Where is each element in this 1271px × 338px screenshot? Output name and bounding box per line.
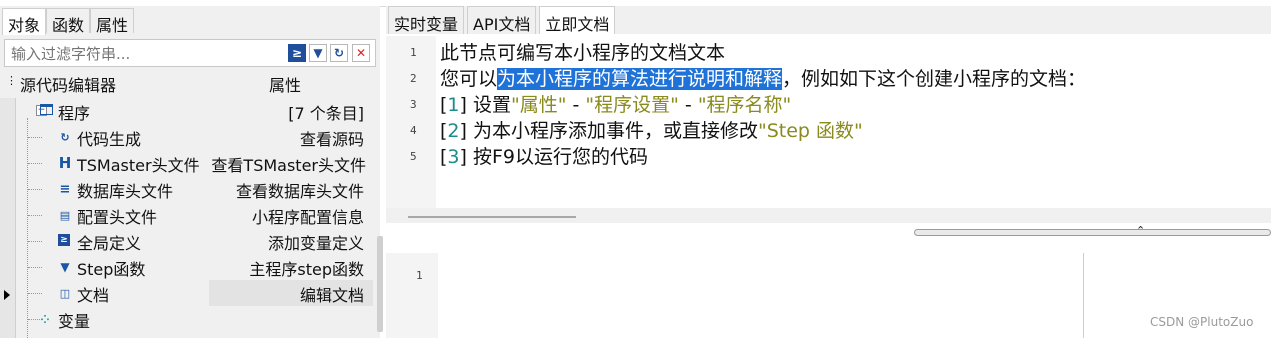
panel-splitter[interactable]: ⌃ (386, 223, 1271, 241)
global-def-icon: ≥ (58, 234, 70, 246)
tree-item-value[interactable]: 添加变量定义 (268, 230, 364, 254)
code-line-5: [3] 按F9以运行您的代码 (440, 142, 648, 169)
tab-immediate-docs[interactable]: 立即文档 (539, 6, 616, 34)
database-icon: ≡ (59, 181, 71, 197)
tree-item-value[interactable]: 主程序step函数 (249, 256, 364, 280)
code-text: 您可以 (440, 68, 498, 90)
tree-item-value[interactable]: 查看TSMaster头文件 (211, 152, 366, 176)
code-line-1: 此节点可编写本小程序的文档文本 (440, 38, 725, 65)
horizontal-scrollbar[interactable] (408, 216, 576, 218)
code-line-4: [2] 为本小程序添加事件，或直接修改"Step 函数" (440, 116, 863, 143)
refresh-icon[interactable]: ↻ (330, 44, 348, 62)
tree-item-label: 数据库头文件 (77, 182, 174, 201)
tree-item-label: TSMaster头文件 (77, 156, 200, 175)
tree-item-label: 全局定义 (77, 234, 142, 253)
variables-icon: ⁘ (40, 312, 50, 326)
secondary-editor[interactable]: 1 CSDN @PlutoZuo (386, 253, 1271, 338)
selected-text: 为本小程序的算法进行说明和解释 (497, 68, 783, 90)
right-tabs: 实时变量 API文档 立即文档 (386, 6, 1271, 34)
tree-item-tsmaster-header[interactable]: H TSMaster头文件 查看TSMaster头文件 (16, 150, 370, 176)
code-string: "Step 函数" (757, 120, 863, 142)
book-icon: ◫ (59, 286, 71, 300)
code-text: ] 设置 (459, 94, 511, 116)
tree-item-label: 代码生成 (77, 130, 142, 149)
tree-item-value[interactable]: 小程序配置信息 (252, 204, 364, 228)
filter-down-icon[interactable]: ▼ (309, 44, 327, 62)
tree-item-value[interactable]: 查看数据库头文件 (236, 178, 364, 202)
code-line-3: [1] 设置"属性" - "程序设置" - "程序名称" (440, 90, 791, 117)
tree-root-label: 程序 (58, 104, 91, 123)
code-number: 3 (447, 146, 460, 168)
config-file-icon: ▤ (59, 208, 71, 222)
row-gutter (0, 98, 16, 338)
tree-item-config-header[interactable]: ▤ 配置头文件 小程序配置信息 (16, 202, 370, 228)
script-icon[interactable]: ≥ (288, 44, 306, 62)
code-string: "属性" (510, 94, 567, 116)
tab-realtime-vars[interactable]: 实时变量 (388, 6, 465, 34)
left-vertical-scrollbar[interactable] (377, 236, 383, 332)
line-number: 1 (410, 46, 417, 59)
divider (1083, 253, 1084, 338)
tree-item-value[interactable]: 编辑文档 (300, 282, 364, 306)
code-text: - (566, 94, 586, 116)
line-number: 1 (416, 269, 423, 282)
header-h-icon: H (58, 154, 72, 172)
line-number: 4 (410, 124, 417, 137)
line-number: 5 (410, 150, 417, 163)
step-triangle-icon: ▼ (60, 260, 70, 274)
tree-item-label: 配置头文件 (77, 208, 158, 227)
code-string: "程序名称" (697, 94, 792, 116)
filter-input[interactable] (9, 43, 283, 65)
line-number: 3 (410, 98, 417, 111)
code-text: ] 为本小程序添加事件，或直接修改 (459, 120, 758, 142)
code-gen-icon: ↻ (60, 130, 70, 144)
tab-api-docs[interactable]: API文档 (467, 6, 537, 34)
tree-item-global-def[interactable]: ≥ 全局定义 添加变量定义 (16, 228, 370, 254)
line-number: 2 (410, 72, 417, 85)
tree-item-label: 变量 (58, 312, 91, 331)
tree-item-label: 文档 (77, 286, 110, 305)
doc-editor[interactable]: 1 2 3 4 5 此节点可编写本小程序的文档文本 您可以为本小程序的算法进行说… (386, 36, 1271, 224)
code-text: 此节点可编写本小程序的文档文本 (440, 42, 726, 64)
tree-item-code-gen[interactable]: ↻ 代码生成 查看源码 (16, 124, 370, 150)
column-property[interactable]: 属性 (269, 72, 301, 96)
tree-item-label: Step函数 (77, 260, 146, 279)
column-source-editor[interactable]: 源代码编辑器 (20, 72, 116, 96)
tab-properties[interactable]: 属性 (90, 8, 135, 35)
tree-root-program[interactable]: − 程序 [7 个条目] (16, 98, 370, 124)
code-string: "程序设置" (585, 94, 679, 116)
tab-functions[interactable]: 函数 (46, 8, 91, 35)
grip-icon: ⋮ (6, 74, 17, 87)
code-number: 2 (447, 120, 460, 142)
code-text: - (678, 94, 698, 116)
object-panel: 对象 函数 属性 ≥ ▼ ↻ ✕ ⋮ 源代码编辑器 属性 − 程序 [7 个条目… (0, 6, 383, 338)
line-number-gutter: 1 (386, 253, 438, 338)
tree-root-count: [7 个条目] (288, 104, 364, 123)
line-number-gutter: 1 2 3 4 5 (386, 36, 436, 208)
horizontal-scroll-area (386, 208, 1271, 224)
code-line-2: 您可以为本小程序的算法进行说明和解释，例如如下这个创建小程序的文档： (440, 64, 1086, 91)
tree-item-value[interactable]: 查看源码 (300, 126, 364, 150)
code-text: ，例如如下这个创建小程序的文档： (782, 68, 1087, 90)
code-number: 1 (447, 94, 460, 116)
filter-box: ≥ ▼ ↻ ✕ (4, 39, 376, 67)
editor-panel: 实时变量 API文档 立即文档 1 2 3 4 5 此节点可编写本小程序的文档文… (386, 6, 1271, 338)
left-tabs: 对象 函数 属性 (2, 8, 135, 36)
current-row-arrow-icon (4, 290, 10, 300)
program-window-icon (40, 104, 53, 115)
clear-icon[interactable]: ✕ (352, 44, 370, 62)
chevron-up-icon[interactable]: ⌃ (1136, 224, 1145, 237)
tab-objects[interactable]: 对象 (2, 8, 47, 35)
watermark: CSDN @PlutoZuo (1150, 315, 1254, 329)
tree-item-doc[interactable]: ◫ 文档 编辑文档 (16, 280, 373, 306)
tree-item-database-header[interactable]: ≡ 数据库头文件 查看数据库头文件 (16, 176, 370, 202)
splitter-grip[interactable] (914, 229, 1271, 236)
column-header: ⋮ 源代码编辑器 属性 (4, 72, 376, 96)
tree-item-variables[interactable]: ⁘ 变量 (16, 306, 370, 332)
tree-item-step-func[interactable]: ▼ Step函数 主程序step函数 (16, 254, 370, 280)
code-text: ] 按F9以运行您的代码 (459, 146, 648, 168)
